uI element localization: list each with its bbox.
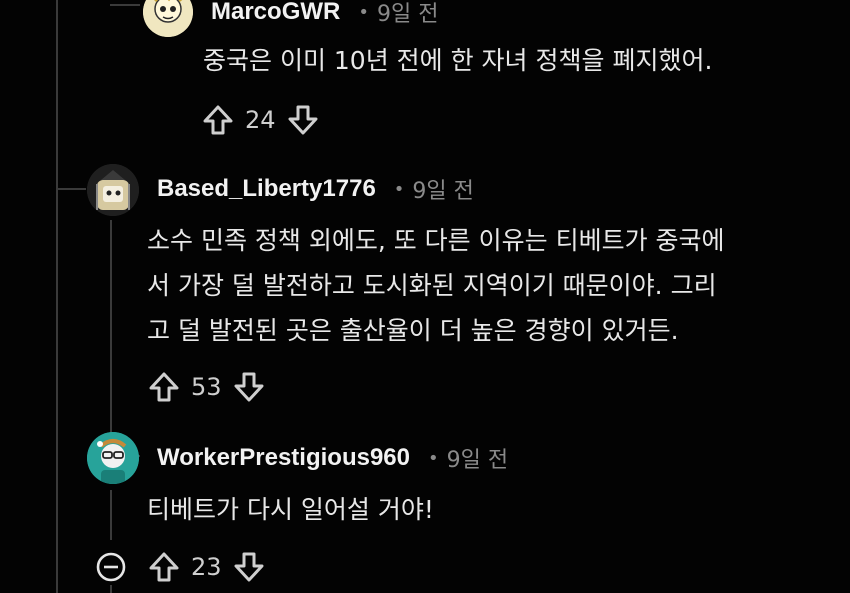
thread-line-reply (110, 220, 112, 445)
comment-meta: WorkerPrestigious960 • 9일 전 (157, 442, 508, 474)
avatar[interactable] (143, 0, 193, 37)
avatar-image (87, 432, 139, 484)
separator-dot: • (393, 178, 405, 200)
thread-line-reply-lower (110, 490, 112, 540)
vote-bar: 23 (147, 550, 266, 584)
timestamp[interactable]: 9일 전 (447, 442, 508, 474)
upvote-icon[interactable] (201, 103, 235, 137)
vote-score: 53 (191, 373, 222, 401)
comment-meta: Based_Liberty1776 • 9일 전 (157, 173, 474, 205)
thread-line-outer (56, 0, 58, 593)
upvote-icon[interactable] (147, 370, 181, 404)
comment-line: 소수 민족 정책 외에도, 또 다른 이유는 티베트가 중국에 (147, 226, 725, 255)
thread-connector-2 (56, 188, 86, 190)
downvote-icon[interactable] (232, 370, 266, 404)
thread-connector-1 (110, 4, 140, 6)
avatar-image (87, 164, 139, 216)
username[interactable]: Based_Liberty1776 (157, 175, 376, 203)
username[interactable]: MarcoGWR (211, 0, 340, 26)
avatar[interactable] (87, 432, 139, 484)
comment-line: 서 가장 덜 발전하고 도시화된 지역이기 때문이야. 그리 (147, 271, 717, 300)
comment-meta: MarcoGWR • 9일 전 (211, 0, 438, 28)
comment-body: 티베트가 다시 일어설 거야! (147, 487, 434, 532)
comment-body: 중국은 이미 10년 전에 한 자녀 정책을 폐지했어. (203, 38, 712, 83)
separator-dot: • (428, 447, 439, 469)
vote-bar: 53 (147, 370, 266, 404)
comment-line: 중국은 이미 10년 전에 한 자녀 정책을 폐지했어. (203, 46, 713, 75)
comment-line: 고 덜 발전된 곳은 출산율이 더 높은 경향이 있거든. (147, 316, 679, 345)
avatar[interactable] (87, 164, 139, 216)
upvote-icon[interactable] (147, 550, 181, 584)
separator-dot: • (358, 1, 369, 23)
downvote-icon[interactable] (232, 550, 266, 584)
collapse-icon[interactable] (95, 551, 127, 587)
comment-body: 소수 민족 정책 외에도, 또 다른 이유는 티베트가 중국에 서 가장 덜 발… (147, 218, 725, 353)
vote-score: 23 (191, 553, 222, 581)
avatar-image (143, 0, 193, 37)
vote-bar: 24 (201, 103, 320, 137)
comment-line: 티베트가 다시 일어설 거야! (147, 495, 434, 524)
timestamp[interactable]: 9일 전 (377, 0, 438, 28)
downvote-icon[interactable] (286, 103, 320, 137)
timestamp[interactable]: 9일 전 (412, 173, 473, 205)
vote-score: 24 (245, 106, 276, 134)
username[interactable]: WorkerPrestigious960 (157, 444, 410, 472)
